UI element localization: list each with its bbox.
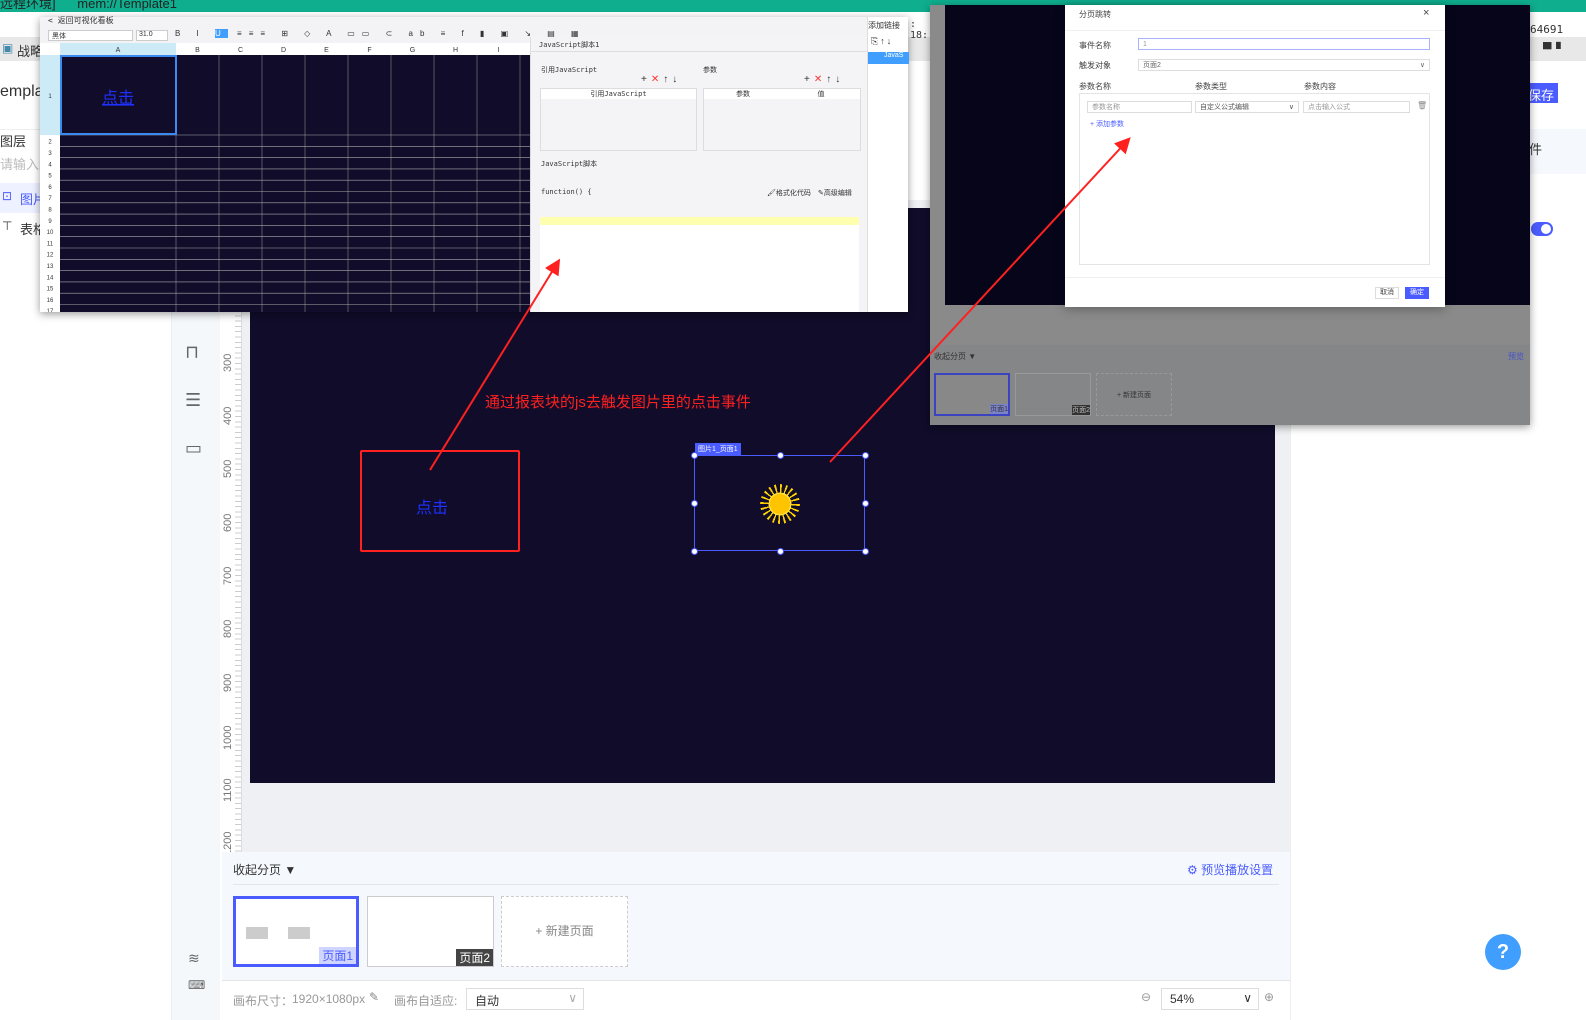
- arrow-to-dialog: [829, 137, 1131, 463]
- annotation-arrows: [429, 137, 1131, 471]
- arrow-to-script: [429, 258, 561, 471]
